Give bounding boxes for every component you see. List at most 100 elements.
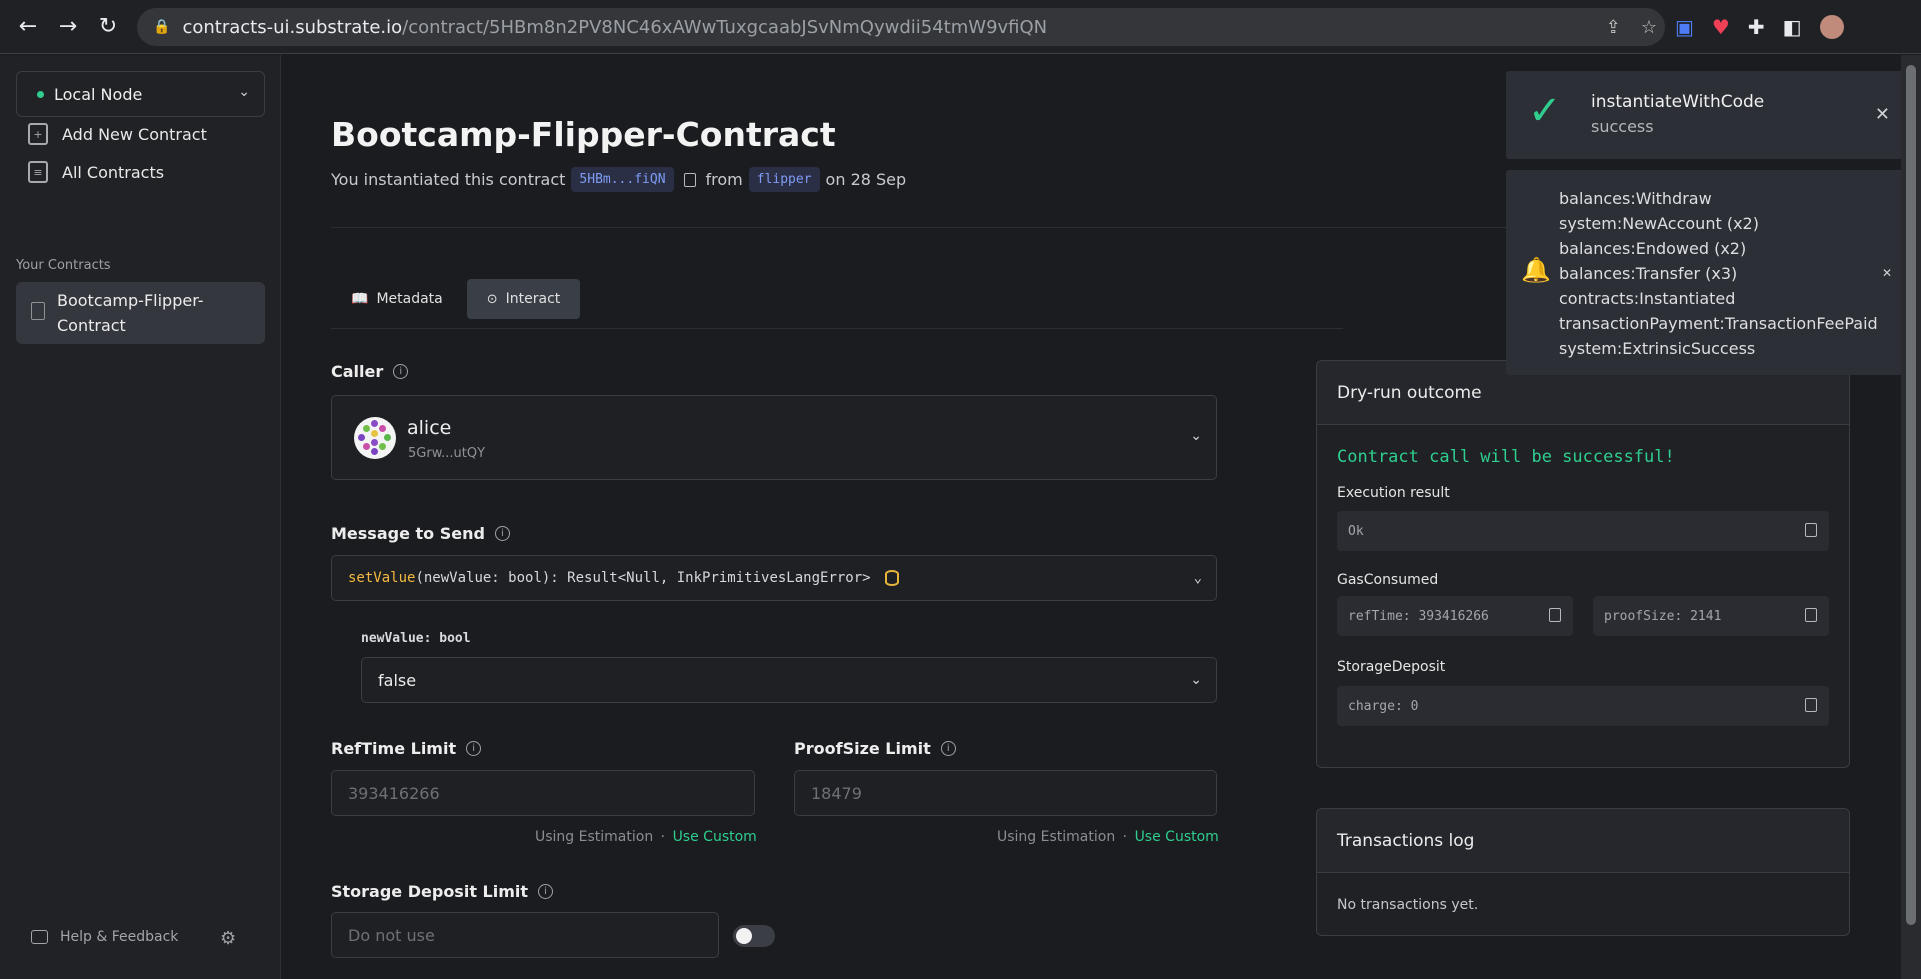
tab-label: Metadata — [376, 291, 443, 307]
from-text: from — [705, 170, 743, 189]
tab-metadata[interactable]: 📖 Metadata — [331, 279, 463, 319]
chevron-down-icon: ⌄ — [1190, 428, 1202, 444]
storage-deposit-label: Storage Deposit Limit i — [331, 882, 554, 901]
param-value-select[interactable]: false ⌄ — [361, 657, 1217, 703]
profile-avatar[interactable] — [1819, 15, 1844, 39]
event-item: transactionPayment:TransactionFeePaid — [1559, 314, 1878, 333]
copy-icon[interactable] — [1805, 698, 1817, 712]
message-select[interactable]: setValue (newValue: bool): Result<Null, I… — [331, 555, 1217, 601]
no-transactions-text: No transactions yet. — [1337, 897, 1479, 913]
address-bar[interactable]: 🔒 contracts-ui.substrate.io/contract/5HB… — [137, 8, 1665, 46]
tab-interact[interactable]: ⊙ Interact — [466, 279, 581, 319]
caller-label-text: Caller — [331, 362, 384, 381]
chevron-down-icon: ⌄ — [1190, 672, 1202, 688]
network-selector[interactable]: Local Node ⌄ — [16, 71, 265, 117]
extensions-area: ▣ ♥ ✚ ◧ — [1675, 8, 1844, 46]
sidebar-item-contract[interactable]: Bootcamp-Flipper-Contract — [16, 282, 265, 344]
gear-icon[interactable]: ⚙ — [220, 928, 236, 949]
separator: · — [660, 829, 666, 845]
sidebar-item-add-new-contract[interactable]: + Add New Contract — [28, 123, 207, 145]
execution-result-field: Ok — [1337, 511, 1829, 551]
scrollbar-thumb[interactable] — [1906, 65, 1916, 925]
page-scrollbar[interactable] — [1901, 55, 1921, 979]
close-icon[interactable]: ✕ — [1875, 104, 1890, 125]
play-circle-icon: ⊙ — [486, 291, 498, 307]
chat-bubble-icon — [31, 930, 48, 944]
proofsize-limit-label: ProofSize Limit i — [794, 739, 956, 758]
storage-deposit-field: charge: 0 — [1337, 686, 1829, 726]
your-contracts-heading: Your Contracts — [16, 258, 111, 273]
caller-name: alice — [407, 417, 452, 439]
reftime-limit-label: RefTime Limit i — [331, 739, 482, 758]
proofsize-field: proofSize: 2141 — [1593, 596, 1829, 636]
lock-icon: 🔒 — [153, 19, 171, 35]
info-icon[interactable]: i — [538, 884, 554, 899]
caller-address: 5Grw...utQY — [408, 446, 486, 461]
toast-subtitle: success — [1591, 117, 1654, 136]
storage-deposit-input[interactable]: Do not use — [331, 912, 719, 958]
estimation-text: Using Estimation — [997, 829, 1116, 845]
message-fn-name: setValue — [348, 570, 416, 586]
tab-label: Interact — [505, 291, 561, 307]
reftime-limit-input[interactable]: 393416266 — [331, 770, 755, 816]
transactions-log-title: Transactions log — [1317, 809, 1849, 873]
tab-bar: 📖 Metadata ⊙ Interact — [331, 279, 581, 319]
book-icon: 📖 — [351, 291, 369, 307]
success-toast: ✓ instantiateWithCode success ✕ — [1506, 71, 1906, 159]
contract-name: Bootcamp-Flipper-Contract — [57, 291, 204, 335]
events-list: balances:Withdraw system:NewAccount (x2)… — [1559, 186, 1878, 361]
use-custom-reftime-link[interactable]: Use Custom — [673, 829, 757, 845]
proofsize-estimation-note: Using Estimation · Use Custom — [997, 829, 1219, 845]
execution-result-label: Execution result — [1337, 485, 1450, 501]
message-signature: (newValue: bool): Result<Null, InkPrimit… — [415, 570, 871, 586]
database-icon — [884, 570, 899, 586]
copy-icon[interactable] — [1549, 608, 1561, 622]
file-plus-icon: + — [28, 123, 48, 145]
use-custom-proofsize-link[interactable]: Use Custom — [1135, 829, 1219, 845]
toast-title: instantiateWithCode — [1591, 92, 1765, 112]
proofsize-limit-input[interactable]: 18479 — [794, 770, 1217, 816]
separator: · — [1122, 829, 1128, 845]
storage-placeholder: Do not use — [348, 925, 435, 945]
storage-label-text: Storage Deposit Limit — [331, 882, 529, 901]
copy-icon[interactable] — [1805, 523, 1817, 537]
date-text: on 28 Sep — [825, 170, 907, 189]
info-icon[interactable]: i — [393, 364, 409, 379]
reftime-value: refTime: 393416266 — [1348, 608, 1489, 624]
bookmark-star-icon[interactable]: ☆ — [1641, 17, 1657, 38]
pocket-extension-icon[interactable]: ♥ — [1712, 15, 1730, 39]
message-label-text: Message to Send — [331, 524, 485, 543]
share-icon[interactable]: ⇪ — [1606, 17, 1621, 38]
reftime-label-text: RefTime Limit — [331, 739, 457, 758]
copy-icon[interactable] — [1805, 608, 1817, 622]
forward-icon[interactable]: → — [48, 7, 88, 47]
help-label: Help & Feedback — [60, 929, 179, 945]
sidebar-item-label: All Contracts — [62, 162, 165, 182]
sidebar: Local Node ⌄ + Add New Contract ≡ All Co… — [0, 55, 281, 979]
chevron-down-icon: ⌄ — [238, 84, 250, 100]
document-icon — [31, 302, 45, 320]
execution-result-value: Ok — [1348, 523, 1364, 539]
back-icon[interactable]: ← — [8, 7, 48, 47]
close-icon[interactable]: ✕ — [1882, 266, 1892, 280]
reload-icon[interactable]: ↻ — [88, 7, 128, 47]
caller-select[interactable]: alice 5Grw...utQY ⌄ — [331, 395, 1217, 480]
storage-deposit-value: charge: 0 — [1348, 698, 1419, 714]
connection-status-dot — [37, 90, 44, 98]
sidebar-item-all-contracts[interactable]: ≡ All Contracts — [28, 161, 164, 183]
storage-deposit-toggle[interactable] — [733, 925, 775, 947]
info-icon[interactable]: i — [940, 741, 956, 756]
shield-extension-icon[interactable]: ▣ — [1675, 15, 1694, 39]
help-feedback-link[interactable]: Help & Feedback — [31, 929, 178, 945]
contract-address-chip: 5HBm...fiQN — [571, 167, 674, 192]
message-label: Message to Send i — [331, 524, 510, 543]
sidepanel-icon[interactable]: ◧ — [1783, 15, 1802, 39]
bell-icon: 🔔 — [1521, 256, 1551, 284]
info-icon[interactable]: i — [494, 526, 510, 541]
event-item: system:ExtrinsicSuccess — [1559, 339, 1756, 358]
stack-icon: ≡ — [28, 161, 48, 183]
puzzle-icon[interactable]: ✚ — [1748, 15, 1765, 39]
info-icon[interactable]: i — [466, 741, 482, 756]
checkmark-icon: ✓ — [1528, 88, 1562, 134]
copy-icon[interactable] — [683, 172, 696, 187]
